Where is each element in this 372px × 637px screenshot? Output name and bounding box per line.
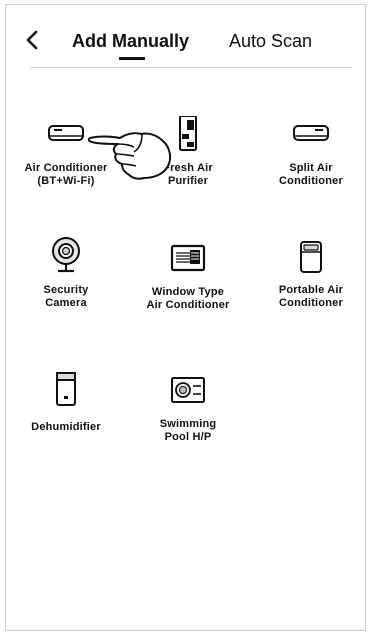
split-ac-icon [293,125,329,141]
pointing-hand-icon [88,132,172,180]
device-label: Dehumidifier [31,421,101,433]
device-security-camera[interactable]: Security Camera [11,236,121,310]
tab-auto-scan[interactable]: Auto Scan [229,30,312,52]
dehumidifier-icon [56,372,76,406]
device-label: Portable Air Conditioner [278,284,344,309]
security-camera-icon [52,237,80,273]
active-tab-indicator [119,57,145,60]
split-ac-icon [48,125,84,141]
fresh-air-purifier-icon [179,116,197,151]
tab-add-manually[interactable]: Add Manually [72,30,189,52]
tab-bar: Add Manually Auto Scan [0,30,372,64]
portable-ac-icon [300,241,322,273]
device-swimming-pool-heat-pump[interactable]: Swimming Pool H/P [133,372,243,444]
pool-heat-pump-icon [171,377,205,403]
device-dehumidifier[interactable]: Dehumidifier [11,370,121,434]
header-divider [30,67,352,68]
device-label: Split Air Conditioner [279,162,343,187]
device-label: Window Type Air Conditioner [146,286,230,311]
device-split-air-conditioner[interactable]: Split Air Conditioner [256,116,366,188]
screen-frame [5,4,366,631]
device-label: Swimming Pool H/P [159,418,217,443]
device-window-type-ac[interactable]: Window Type Air Conditioner [133,240,243,312]
device-label: Security Camera [43,284,89,309]
window-ac-icon [170,244,206,272]
device-portable-ac[interactable]: Portable Air Conditioner [256,238,366,310]
